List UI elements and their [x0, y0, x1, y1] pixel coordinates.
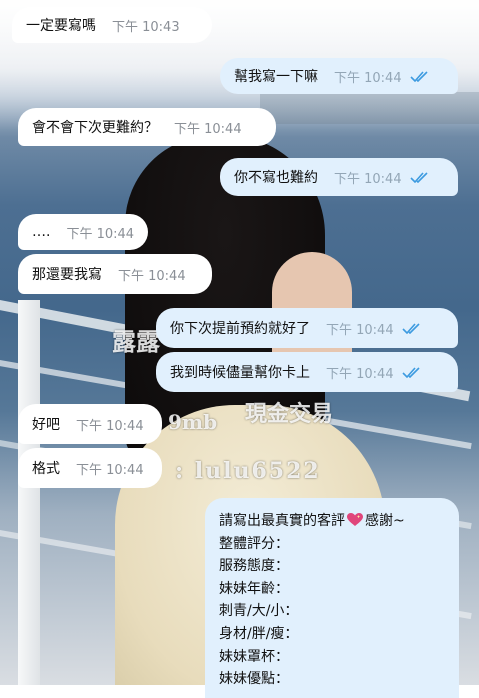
- message-text: 格式: [32, 461, 60, 477]
- message-outgoing-review-format[interactable]: 請寫出最真實的客評 感謝~ 整體評分： 服務態度： 妹妹年齡： 刺青/大/小： 身…: [205, 498, 459, 698]
- message-incoming[interactable]: 一定要寫嗎 下午 10:43: [12, 7, 212, 43]
- message-time: 下午 10:44: [326, 322, 394, 338]
- watermark-size: 9mb: [168, 410, 218, 434]
- message-text: 一定要寫嗎: [26, 18, 96, 34]
- message-outgoing[interactable]: 幫我寫一下嘛 下午 10:44: [220, 58, 458, 94]
- message-text: 你下次提前預約就好了: [170, 321, 310, 337]
- message-incoming[interactable]: 好吧 下午 10:44: [18, 404, 162, 444]
- message-incoming[interactable]: 那還要我寫 下午 10:44: [18, 254, 212, 294]
- review-line: 整體評分：: [219, 535, 289, 552]
- review-line: 身材/胖/瘦：: [219, 625, 299, 642]
- message-text: 好吧: [32, 417, 60, 433]
- message-text: ….: [32, 224, 51, 240]
- sparkling-heart-icon: [347, 513, 363, 526]
- read-ticks-icon: [410, 171, 428, 183]
- review-line: 服務態度：: [219, 558, 289, 575]
- message-text: 幫我寫一下嘛: [234, 69, 318, 85]
- watermark-name: 露露: [112, 327, 160, 356]
- message-outgoing[interactable]: 你不寫也難約 下午 10:44: [220, 158, 458, 196]
- review-intro: 請寫出最真實的客評 感謝~: [219, 513, 405, 529]
- review-line: 妹妹優點：: [219, 671, 289, 688]
- message-text: 你不寫也難約: [234, 170, 318, 186]
- message-text: 那還要我寫: [32, 267, 102, 283]
- message-incoming[interactable]: 會不會下次更難約？ 下午 10:44: [18, 108, 276, 146]
- review-line: 妹妹年齡：: [219, 580, 289, 597]
- message-time: 下午 10:44: [118, 268, 186, 284]
- message-time: 下午 10:44: [334, 70, 402, 86]
- message-time: 下午 10:44: [66, 226, 135, 242]
- message-time: 下午 10:44: [76, 462, 144, 478]
- read-ticks-icon: [410, 70, 428, 82]
- read-ticks-icon: [402, 366, 420, 378]
- city-skyline: [260, 92, 479, 124]
- railing-post: [18, 300, 40, 685]
- message-incoming[interactable]: …. 下午 10:44: [18, 214, 148, 250]
- message-time: 下午 10:44: [334, 171, 402, 187]
- watermark-id: : lulu6522: [175, 458, 321, 484]
- message-incoming[interactable]: 格式 下午 10:44: [18, 448, 162, 488]
- message-time: 下午 10:44: [326, 366, 394, 382]
- message-text: 會不會下次更難約？: [32, 120, 158, 136]
- message-time: 下午 10:43: [112, 19, 180, 35]
- review-line: 刺青/大/小：: [219, 603, 299, 620]
- message-time: 下午 10:44: [76, 418, 144, 434]
- watermark-trade: 現金交易: [245, 401, 334, 427]
- message-text: 我到時候儘量幫你卡上: [170, 365, 310, 381]
- review-line: 妹妹罩杯：: [219, 648, 289, 665]
- message-outgoing[interactable]: 我到時候儘量幫你卡上 下午 10:44: [156, 352, 458, 392]
- read-ticks-icon: [402, 322, 420, 334]
- message-outgoing[interactable]: 你下次提前預約就好了 下午 10:44: [156, 308, 458, 348]
- message-time: 下午 10:44: [174, 121, 242, 137]
